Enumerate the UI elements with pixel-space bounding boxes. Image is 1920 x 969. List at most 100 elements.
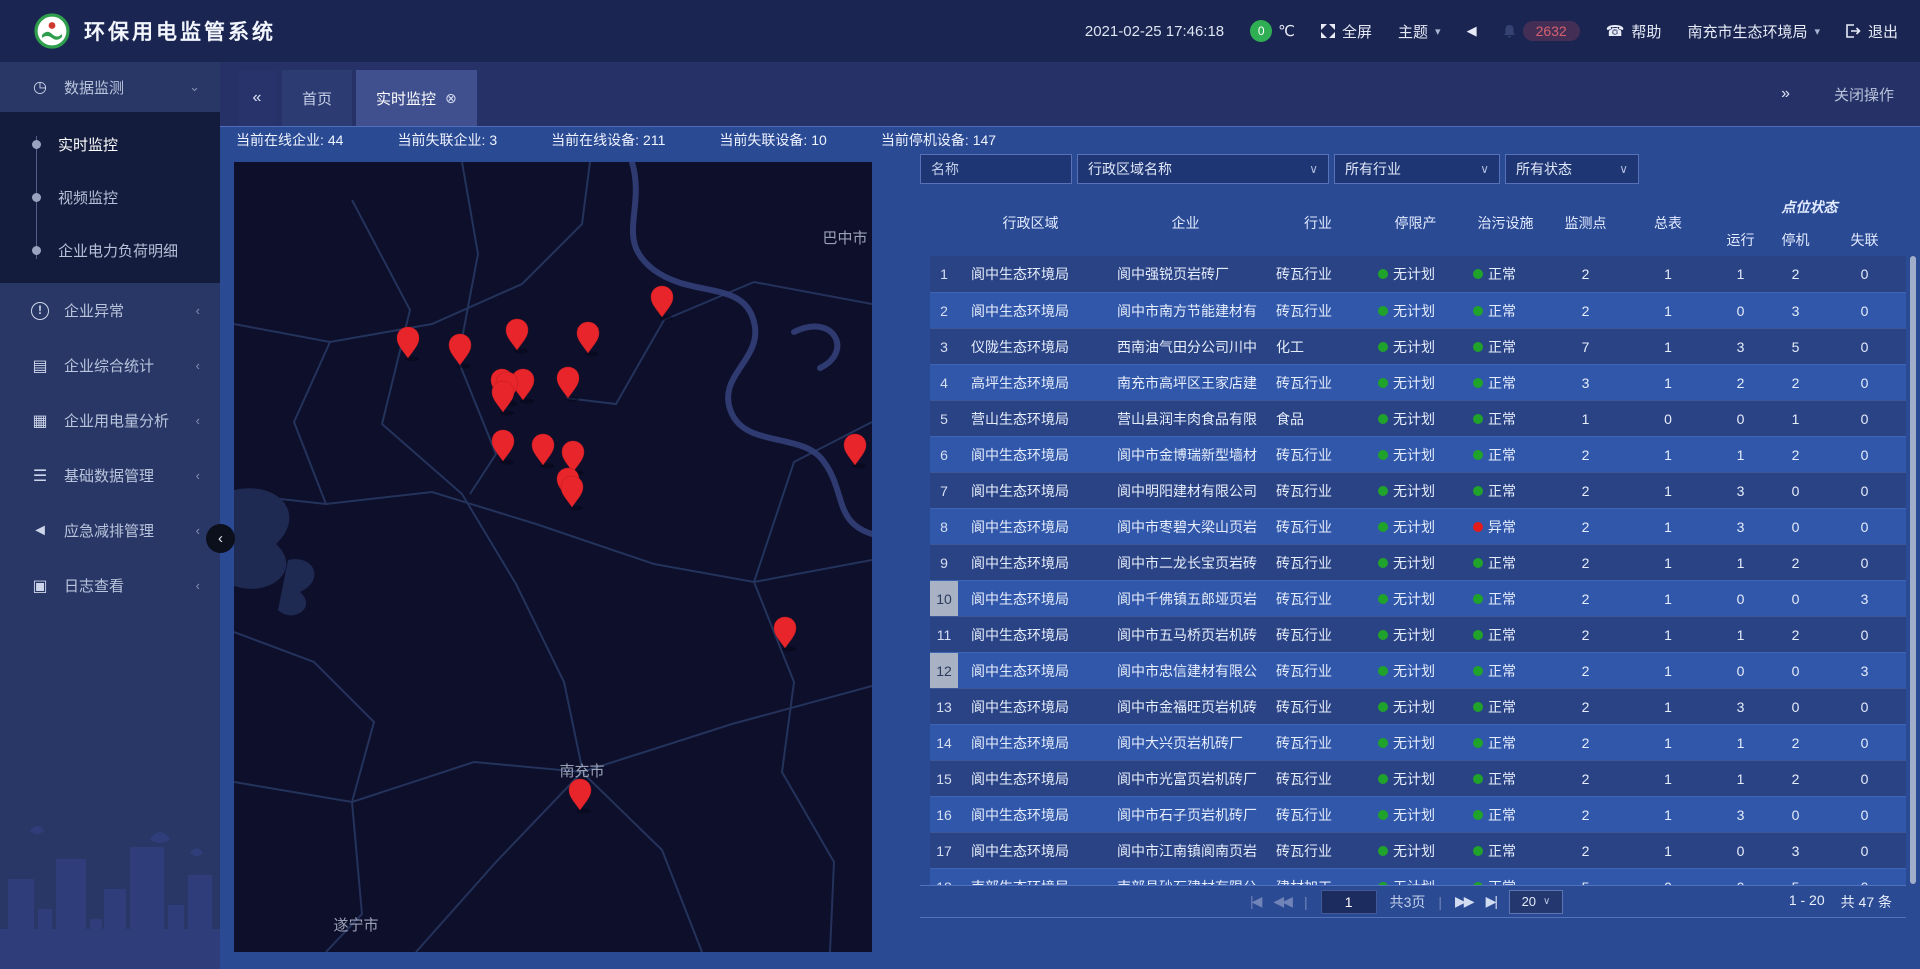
table-row[interactable]: 2阆中生态环境局阆中市南方节能建材有砖瓦行业无计划正常21030 [930, 292, 1906, 328]
industry-select[interactable]: 所有行业 ∨ [1334, 154, 1500, 184]
table-row[interactable]: 9阆中生态环境局阆中市二龙长宝页岩砖砖瓦行业无计划正常21120 [930, 544, 1906, 580]
fullscreen-button[interactable]: 全屏 [1321, 21, 1372, 42]
table-row[interactable]: 18南部生态环境局南部县砂石建材有限公建材加工无计划正常50050 [930, 868, 1906, 885]
table-body: 1阆中生态环境局阆中强锐页岩砖厂砖瓦行业无计划正常211202阆中生态环境局阆中… [930, 256, 1906, 885]
table-row[interactable]: 11阆中生态环境局阆中市五马桥页岩机砖砖瓦行业无计划正常21120 [930, 616, 1906, 652]
cell-rownum: 16 [930, 797, 958, 832]
next-page-button[interactable]: ▶▶ [1455, 893, 1473, 910]
region-select[interactable]: 行政区域名称 ∨ [1077, 154, 1329, 184]
sidebar-item-4[interactable]: ▦企业用电量分析‹ [0, 393, 220, 448]
sidebar-subitem[interactable]: 视频监控 [0, 171, 220, 224]
right-panel: 行政区域名称 ∨ 所有行业 ∨ 所有状态 ∨ 行政区域 企业 行业 停限产 治污… [920, 152, 1906, 942]
sidebar-item-7[interactable]: ▣日志查看‹ [0, 558, 220, 613]
cell-rownum: 4 [930, 365, 958, 400]
table-row[interactable]: 13阆中生态环境局阆中市金福旺页岩机砖砖瓦行业无计划正常21300 [930, 688, 1906, 724]
cell-company: 阆中强锐页岩砖厂 [1103, 264, 1268, 284]
table-row[interactable]: 16阆中生态环境局阆中市石子页岩机砖厂砖瓦行业无计划正常21300 [930, 796, 1906, 832]
logout-button[interactable]: 退出 [1846, 21, 1898, 42]
cell-lost: 0 [1823, 699, 1906, 715]
cell-lost: 0 [1823, 519, 1906, 535]
tab-home[interactable]: 首页 [282, 70, 352, 126]
sidebar-item-1[interactable]: ◷数据监测⌄ [0, 62, 220, 112]
table-row[interactable]: 17阆中生态环境局阆中市江南镇阆南页岩砖瓦行业无计划正常21030 [930, 832, 1906, 868]
cell-run: 3 [1713, 807, 1768, 823]
cell-stop: 1 [1768, 411, 1823, 427]
cell-rownum: 10 [930, 581, 958, 616]
cell-run: 0 [1713, 843, 1768, 859]
sidebar-item-5[interactable]: ☰基础数据管理‹ [0, 448, 220, 503]
cell-facility: 正常 [1463, 373, 1548, 393]
sidebar-item-6[interactable]: ◄应急减排管理‹ [0, 503, 220, 558]
cell-region: 阆中生态环境局 [958, 301, 1103, 321]
table-row[interactable]: 10阆中生态环境局阆中千佛镇五郎垭页岩砖瓦行业无计划正常21003 [930, 580, 1906, 616]
cell-meters: 1 [1623, 375, 1713, 391]
status-select[interactable]: 所有状态 ∨ [1505, 154, 1639, 184]
table-row[interactable]: 5营山生态环境局营山县润丰肉食品有限食品无计划正常10010 [930, 400, 1906, 436]
col-lost: 失联 [1823, 223, 1906, 256]
table-row[interactable]: 14阆中生态环境局阆中大兴页岩机砖厂砖瓦行业无计划正常21120 [930, 724, 1906, 760]
close-operations-button[interactable]: 关闭操作 [1834, 84, 1894, 105]
tabs-scroll-left-button[interactable]: « [238, 70, 276, 126]
first-page-button[interactable]: |◀ [1250, 893, 1260, 910]
status-dot-green [1378, 522, 1388, 532]
close-icon[interactable]: ⊗ [445, 90, 457, 107]
name-search-input[interactable] [920, 154, 1072, 184]
table-row[interactable]: 4高坪生态环境局南充市高坪区王家店建砖瓦行业无计划正常31220 [930, 364, 1906, 400]
page-size-select[interactable]: 20 ∨ [1509, 890, 1563, 914]
status-dot-green [1473, 306, 1483, 316]
cell-run: 1 [1713, 555, 1768, 571]
sidebar-item-2[interactable]: !企业异常‹ [0, 283, 220, 338]
main-content: 巴中市南充市遂宁市 行政区域名称 ∨ 所有行业 ∨ 所有状态 ∨ 行政区域 企业 [220, 152, 1920, 969]
tabs-scroll-right-button[interactable]: » [1781, 85, 1790, 103]
status-dot-green [1473, 666, 1483, 676]
table-row[interactable]: 8阆中生态环境局阆中市枣碧大梁山页岩砖瓦行业无计划异常21300 [930, 508, 1906, 544]
menu-icon: ! [31, 302, 49, 320]
org-menu[interactable]: 南充市生态环境局 ▾ [1687, 21, 1820, 42]
help-button[interactable]: ☎ 帮助 [1606, 21, 1662, 42]
theme-menu[interactable]: 主题 ▾ [1398, 21, 1441, 42]
cell-limit: 无计划 [1368, 373, 1463, 393]
app-logo-icon [34, 13, 70, 49]
status-dot-green [1378, 342, 1388, 352]
logout-icon [1846, 24, 1861, 38]
cell-stop: 2 [1768, 627, 1823, 643]
sidebar-item-3[interactable]: ▤企业综合统计‹ [0, 338, 220, 393]
page-number-input[interactable] [1321, 890, 1377, 914]
cell-rownum: 6 [930, 437, 958, 472]
table-row[interactable]: 7阆中生态环境局阆中明阳建材有限公司砖瓦行业无计划正常21300 [930, 472, 1906, 508]
cell-limit: 无计划 [1368, 553, 1463, 573]
menu-label: 基础数据管理 [64, 465, 154, 486]
cell-region: 阆中生态环境局 [958, 733, 1103, 753]
prev-page-button[interactable]: ◀◀ [1273, 893, 1291, 910]
table-header: 行政区域 企业 行业 停限产 治污设施 监测点 总表 点位状态 运行 停机 失联 [930, 190, 1906, 256]
cell-lost: 0 [1823, 303, 1906, 319]
last-page-button[interactable]: ▶| [1486, 893, 1496, 910]
col-rownum [930, 190, 958, 256]
cell-company: 南充市高坪区王家店建 [1103, 373, 1268, 393]
map-panel[interactable]: 巴中市南充市遂宁市 [234, 162, 872, 952]
cell-company: 阆中市江南镇阆南页岩 [1103, 841, 1268, 861]
table-row[interactable]: 3仪陇生态环境局西南油气田分公司川中化工无计划正常71350 [930, 328, 1906, 364]
table-scrollbar[interactable] [1910, 256, 1916, 884]
table-row[interactable]: 1阆中生态环境局阆中强锐页岩砖厂砖瓦行业无计划正常21120 [930, 256, 1906, 292]
col-stop: 停机 [1768, 223, 1823, 256]
panel-collapse-button[interactable]: ‹ [206, 524, 235, 553]
cell-industry: 食品 [1268, 409, 1368, 429]
table-row[interactable]: 15阆中生态环境局阆中市光富页岩机砖厂砖瓦行业无计划正常21120 [930, 760, 1906, 796]
cell-meters: 1 [1623, 555, 1713, 571]
sidebar-subitem[interactable]: 实时监控 [0, 118, 220, 171]
notification-area[interactable]: 2632 [1503, 21, 1580, 41]
cell-facility: 正常 [1463, 553, 1548, 573]
status-dot-green [1473, 810, 1483, 820]
cell-industry: 砖瓦行业 [1268, 661, 1368, 681]
cell-company: 营山县润丰肉食品有限 [1103, 409, 1268, 429]
map-city-label: 巴中市 [822, 230, 867, 247]
table-row[interactable]: 6阆中生态环境局阆中市金博瑞新型墙材砖瓦行业无计划正常21120 [930, 436, 1906, 472]
status-dot-green [1378, 450, 1388, 460]
cell-company: 阆中市金博瑞新型墙材 [1103, 445, 1268, 465]
cell-run: 3 [1713, 339, 1768, 355]
sidebar-subitem[interactable]: 企业电力负荷明细 [0, 224, 220, 277]
tab-realtime-monitor[interactable]: 实时监控 ⊗ [356, 70, 477, 126]
speaker-icon[interactable]: ◀ [1467, 23, 1477, 39]
table-row[interactable]: 12阆中生态环境局阆中市忠信建材有限公砖瓦行业无计划正常21003 [930, 652, 1906, 688]
